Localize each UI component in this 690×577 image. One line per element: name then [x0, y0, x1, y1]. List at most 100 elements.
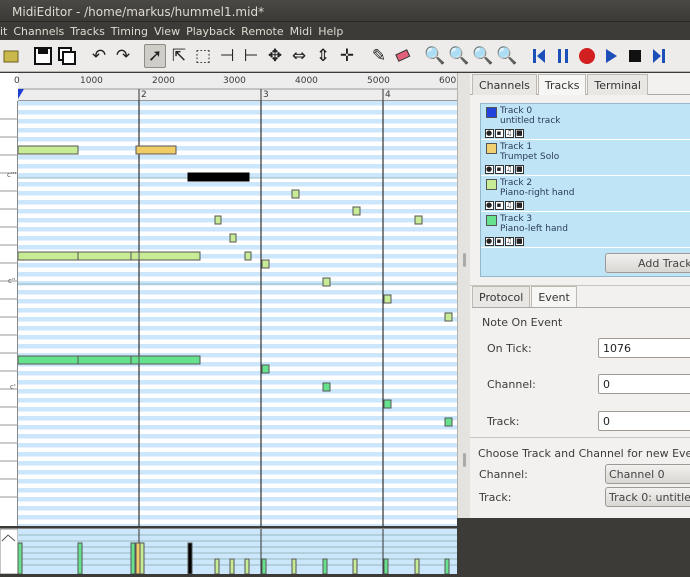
move-vertical-icon[interactable]: ⇕	[312, 44, 334, 68]
save-icon[interactable]	[32, 44, 54, 68]
zoom-out-icon[interactable]: 🔍	[448, 44, 470, 68]
record-track-icon[interactable]: ■	[515, 201, 524, 210]
tab-protocol[interactable]: Protocol	[472, 286, 531, 307]
visible-icon[interactable]: ●	[485, 129, 494, 138]
mute-icon[interactable]: ♫	[505, 237, 514, 246]
tab-channels[interactable]: Channels	[472, 74, 537, 95]
zoom-std-icon[interactable]: 🔍	[472, 44, 494, 68]
channel-icon[interactable]: ▪	[495, 165, 504, 174]
move-cross-icon[interactable]: ✛	[336, 44, 358, 68]
mute-icon[interactable]: ♫	[505, 129, 514, 138]
track-row[interactable]: Track 0 untitled track ● ▪ ♫ ■	[481, 104, 690, 140]
title-bar: MidiEditor - /home/markus/hummel1.mid*	[0, 0, 690, 22]
velocity-canvas	[0, 528, 457, 575]
mute-icon[interactable]: ♫	[505, 165, 514, 174]
channel-icon[interactable]: ▪	[495, 201, 504, 210]
menu-item-playback[interactable]: Playback	[186, 25, 241, 38]
channel-icon[interactable]: ▪	[495, 129, 504, 138]
menu-item-midi[interactable]: Midi	[290, 25, 319, 38]
track-input[interactable]: 0	[598, 411, 690, 431]
undo-icon[interactable]: ↶	[88, 44, 110, 68]
tab-tracks[interactable]: Tracks	[537, 74, 587, 95]
track-controls: ● ▪ ♫ ■	[485, 200, 525, 210]
add-track-button[interactable]: Add Track	[605, 253, 690, 273]
mute-icon[interactable]: ♫	[505, 201, 514, 210]
piano-roll-editor[interactable]: 0 1000 2000 3000 4000 5000 600 2 3 4 c''…	[0, 73, 457, 575]
track-subtitle: Piano-left hand	[500, 224, 568, 234]
skip-end-icon[interactable]	[648, 44, 670, 68]
panel-splitter[interactable]	[457, 73, 470, 518]
velocity-pane[interactable]	[0, 528, 457, 575]
measure-number: 2	[141, 90, 147, 100]
track-controls: ● ▪ ♫ ■	[485, 128, 525, 138]
menu-item-file[interactable]: it	[0, 25, 13, 38]
track-row[interactable]: Track 3 Piano-left hand ● ▪ ♫ ■	[481, 212, 690, 248]
selected-note	[187, 172, 250, 182]
record-track-icon[interactable]: ■	[515, 237, 524, 246]
on-tick-input[interactable]: 1076	[598, 338, 690, 358]
select-single-icon[interactable]: ⇱	[168, 44, 190, 68]
track-row[interactable]: Track 2 Piano-right hand ● ▪ ♫ ■	[481, 176, 690, 212]
track-color-swatch	[486, 215, 497, 226]
menu-item-timing[interactable]: Timing	[111, 25, 154, 38]
menu-item-tracks[interactable]: Tracks	[70, 25, 111, 38]
record-icon[interactable]	[576, 44, 598, 68]
toolbar: ↶ ↷ ➚ ⇱ ⬚ ⊣ ⊢ ✥ ⇔ ⇕ ✛ ✎ 🔍 🔍 🔍 🔍	[0, 40, 690, 72]
track-name: Track 3	[500, 214, 533, 224]
save-as-icon[interactable]	[56, 44, 78, 68]
track-row[interactable]: Track 1 Trumpet Solo ● ▪ ♫ ■	[481, 140, 690, 176]
record-track-icon[interactable]: ■	[515, 165, 524, 174]
track-subtitle: Trumpet Solo	[500, 152, 560, 162]
menu-item-view[interactable]: View	[154, 25, 186, 38]
select-pointer-icon[interactable]: ➚	[144, 43, 166, 68]
pencil-icon[interactable]: ✎	[368, 44, 390, 68]
track-name: Track 0	[500, 106, 533, 116]
side-tabs: Channels Tracks Terminal	[470, 73, 690, 95]
note-grid[interactable]	[18, 101, 457, 526]
zoom-in-icon[interactable]: 🔍	[424, 44, 446, 68]
on-tick-label: On Tick:	[487, 342, 532, 355]
zoom-fit-icon[interactable]: 🔍	[496, 44, 518, 68]
select-left-icon[interactable]: ⊣	[216, 44, 238, 68]
menu-item-channels[interactable]: Channels	[13, 25, 70, 38]
track-color-swatch	[486, 179, 497, 190]
piano-keys	[0, 118, 18, 498]
select-right-icon[interactable]: ⊢	[240, 44, 262, 68]
new-events-channel-select[interactable]: Channel 0	[605, 464, 690, 484]
tab-terminal[interactable]: Terminal	[587, 74, 648, 95]
eraser-icon[interactable]	[392, 44, 414, 68]
tab-event[interactable]: Event	[531, 286, 577, 307]
redo-icon[interactable]: ↷	[112, 44, 134, 68]
track-color-swatch	[486, 107, 497, 118]
piano-keyboard[interactable]: c''' c'' c'	[0, 101, 18, 526]
track-color-swatch	[486, 143, 497, 154]
play-icon[interactable]	[600, 44, 622, 68]
time-ruler[interactable]: 0 1000 2000 3000 4000 5000 600 2 3 4	[14, 73, 457, 101]
visible-icon[interactable]: ●	[485, 165, 494, 174]
visible-icon[interactable]: ●	[485, 237, 494, 246]
channel-icon[interactable]: ▪	[495, 237, 504, 246]
track-list[interactable]: Track 0 untitled track ● ▪ ♫ ■ Track 1 Trumpe…	[480, 103, 690, 277]
measure-number: 3	[263, 90, 269, 100]
track-name: Track 1	[500, 142, 533, 152]
key-label: c'''	[7, 171, 17, 179]
new-events-track-select[interactable]: Track 0: untitled	[605, 487, 690, 507]
menu-item-remote[interactable]: Remote	[241, 25, 289, 38]
pause-icon[interactable]	[552, 44, 574, 68]
event-tabs: Protocol Event	[472, 286, 690, 308]
measure-number: 4	[385, 90, 391, 100]
stop-icon[interactable]	[624, 44, 646, 68]
open-icon[interactable]	[0, 44, 22, 68]
track-controls: ● ▪ ♫ ■	[485, 164, 525, 174]
track-controls: ● ▪ ♫ ■	[485, 236, 525, 246]
move-horizontal-icon[interactable]: ⇔	[288, 44, 310, 68]
visible-icon[interactable]: ●	[485, 201, 494, 210]
move-all-icon[interactable]: ✥	[264, 44, 286, 68]
select-box-icon[interactable]: ⬚	[192, 44, 214, 68]
record-track-icon[interactable]: ■	[515, 129, 524, 138]
menu-item-help[interactable]: Help	[318, 25, 349, 38]
new-events-track-label: Track:	[479, 491, 512, 504]
channel-input[interactable]: 0	[598, 374, 690, 394]
skip-start-icon[interactable]	[528, 44, 550, 68]
side-panel: Channels Tracks Terminal Track 0 untitled…	[470, 73, 690, 518]
